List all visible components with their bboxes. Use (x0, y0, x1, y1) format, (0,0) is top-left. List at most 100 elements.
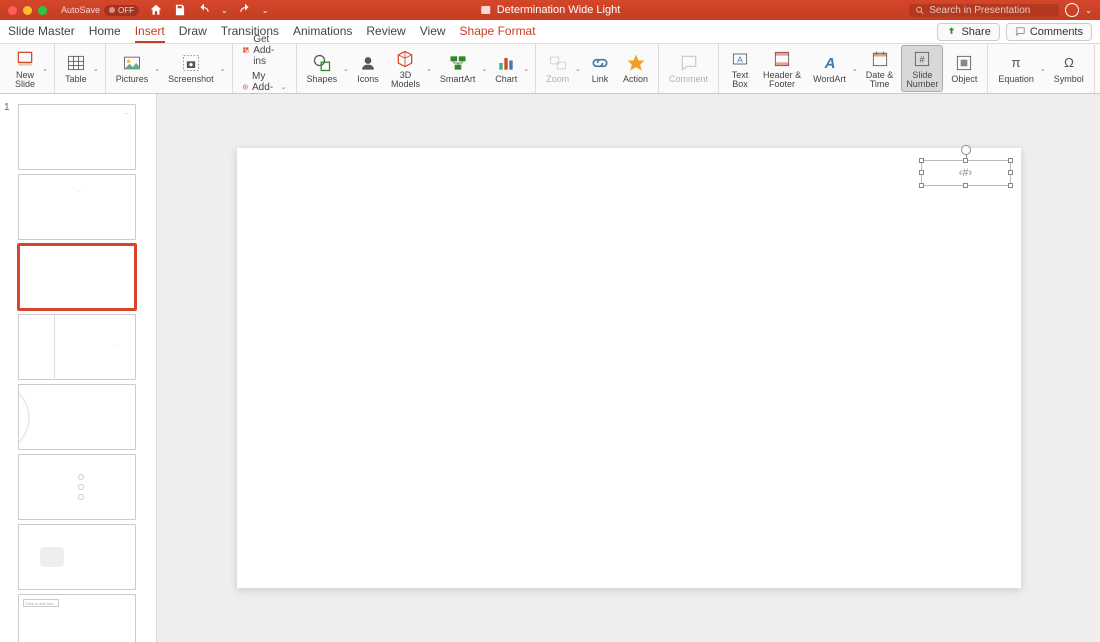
share-button[interactable]: Share (937, 23, 999, 41)
feedback-icon[interactable] (1065, 3, 1079, 17)
equation-button[interactable]: πEquation (994, 50, 1038, 86)
thumb-6[interactable] (18, 454, 136, 520)
canvas-area[interactable]: ‹#› (157, 94, 1100, 642)
thumb-8[interactable]: Click to add text (18, 594, 136, 642)
thumb-1[interactable]: — (18, 104, 136, 170)
shapes-button[interactable]: Shapes (303, 50, 342, 86)
tab-shape-format[interactable]: Shape Format (460, 21, 536, 43)
chart-dropdown[interactable]: ⌄ (523, 65, 529, 73)
titlebar: AutoSave OFF ⌄ ⌄ Determination Wide Ligh… (0, 0, 1100, 20)
action-button[interactable]: Action (619, 50, 652, 86)
3d-models-button[interactable]: 3D Models (387, 46, 424, 92)
my-addins-icon (242, 81, 248, 93)
3d-models-dropdown[interactable]: ⌄ (426, 65, 432, 73)
pictures-button[interactable]: Pictures (112, 50, 153, 86)
comment-button[interactable]: Comment (665, 50, 712, 86)
slide-canvas[interactable]: ‹#› (237, 148, 1021, 588)
minimize-window[interactable] (23, 6, 32, 15)
home-icon[interactable] (149, 3, 163, 17)
addins-icon (242, 44, 250, 56)
shapes-dropdown[interactable]: ⌄ (343, 65, 349, 73)
wordart-button[interactable]: AWordArt (809, 50, 850, 86)
search-input[interactable] (929, 5, 1053, 16)
tab-slide-master[interactable]: Slide Master (8, 21, 75, 43)
header-footer-button[interactable]: Header & Footer (759, 46, 805, 92)
autosave-toggle[interactable]: AutoSave OFF (61, 5, 139, 16)
thumb-5[interactable] (18, 384, 136, 450)
resize-handle-ml[interactable] (919, 170, 924, 175)
screenshot-dropdown[interactable]: ⌄ (220, 65, 226, 73)
rotation-handle[interactable] (961, 145, 971, 155)
undo-icon[interactable] (197, 3, 211, 17)
account-dropdown[interactable]: ⌄ (1085, 6, 1092, 15)
svg-text:A: A (823, 55, 835, 72)
quick-access: ⌄ ⌄ (149, 3, 268, 17)
get-addins-button[interactable]: Get Add-ins (239, 33, 290, 68)
thumbnail-pane[interactable]: 1 — ⋯ ⋯ Click to add text (0, 94, 157, 642)
table-button[interactable]: Table (61, 50, 91, 86)
tab-insert[interactable]: Insert (135, 21, 165, 43)
close-window[interactable] (8, 6, 17, 15)
resize-handle-bl[interactable] (919, 183, 924, 188)
powerpoint-icon (480, 4, 492, 16)
search-box[interactable] (909, 4, 1059, 17)
redo-icon[interactable] (238, 3, 252, 17)
resize-handle-tm[interactable] (963, 158, 968, 163)
icons-button[interactable]: Icons (353, 50, 383, 86)
document-title: Determination Wide Light (480, 4, 621, 16)
resize-handle-br[interactable] (1008, 183, 1013, 188)
comments-button[interactable]: Comments (1006, 23, 1092, 41)
link-button[interactable]: Link (585, 50, 615, 86)
ribbon: New Slide⌄ Table⌄ Pictures⌄ Screenshot⌄ … (0, 44, 1100, 94)
tab-draw[interactable]: Draw (179, 21, 207, 43)
zoom-button[interactable]: Zoom (542, 50, 573, 86)
window-controls (8, 6, 47, 15)
tabs-row: Slide Master Home Insert Draw Transition… (0, 20, 1100, 44)
maximize-window[interactable] (38, 6, 47, 15)
search-icon (915, 5, 925, 16)
tabs-right: Share Comments (937, 23, 1092, 41)
autosave-state: OFF (118, 6, 134, 15)
pictures-dropdown[interactable]: ⌄ (154, 65, 160, 73)
symbol-button[interactable]: ΩSymbol (1050, 50, 1088, 86)
autosave-label: AutoSave (61, 5, 100, 15)
thumb-3[interactable] (18, 244, 136, 310)
svg-text:A: A (737, 54, 743, 64)
equation-dropdown[interactable]: ⌄ (1040, 65, 1046, 73)
thumb-4[interactable]: ⋯ (18, 314, 136, 380)
comment-icon (1015, 26, 1026, 37)
svg-text:Ω: Ω (1064, 55, 1074, 70)
resize-handle-bm[interactable] (963, 183, 968, 188)
date-time-button[interactable]: Date & Time (862, 46, 898, 92)
new-slide-dropdown[interactable]: ⌄ (42, 65, 48, 73)
tab-animations[interactable]: Animations (293, 21, 352, 43)
chart-button[interactable]: Chart (491, 50, 521, 86)
resize-handle-mr[interactable] (1008, 170, 1013, 175)
slide-number-placeholder[interactable]: ‹#› (921, 160, 1011, 186)
qat-customize[interactable]: ⌄ (262, 6, 269, 15)
new-slide-button[interactable]: New Slide (10, 46, 40, 92)
text-box-button[interactable]: AText Box (725, 46, 755, 92)
workspace: 1 — ⋯ ⋯ Click to add text ‹#› (0, 94, 1100, 642)
object-button[interactable]: Object (947, 50, 981, 86)
svg-text:π: π (1012, 55, 1021, 70)
slide-number-button[interactable]: #Slide Number (901, 45, 943, 93)
screenshot-button[interactable]: Screenshot (164, 50, 218, 86)
share-icon (946, 26, 957, 37)
tab-home[interactable]: Home (89, 21, 121, 43)
save-icon[interactable] (173, 3, 187, 17)
smartart-dropdown[interactable]: ⌄ (481, 65, 487, 73)
thumb-2[interactable]: ⋯ (18, 174, 136, 240)
tab-view[interactable]: View (420, 21, 446, 43)
placeholder-text: ‹#› (959, 167, 972, 179)
titlebar-right: ⌄ (909, 3, 1092, 17)
thumb-7[interactable] (18, 524, 136, 590)
table-dropdown[interactable]: ⌄ (93, 65, 99, 73)
wordart-dropdown[interactable]: ⌄ (852, 65, 858, 73)
smartart-button[interactable]: SmartArt (436, 50, 480, 86)
tab-review[interactable]: Review (366, 21, 405, 43)
svg-text:#: # (920, 54, 926, 64)
resize-handle-tl[interactable] (919, 158, 924, 163)
undo-dropdown[interactable]: ⌄ (221, 6, 228, 15)
resize-handle-tr[interactable] (1008, 158, 1013, 163)
